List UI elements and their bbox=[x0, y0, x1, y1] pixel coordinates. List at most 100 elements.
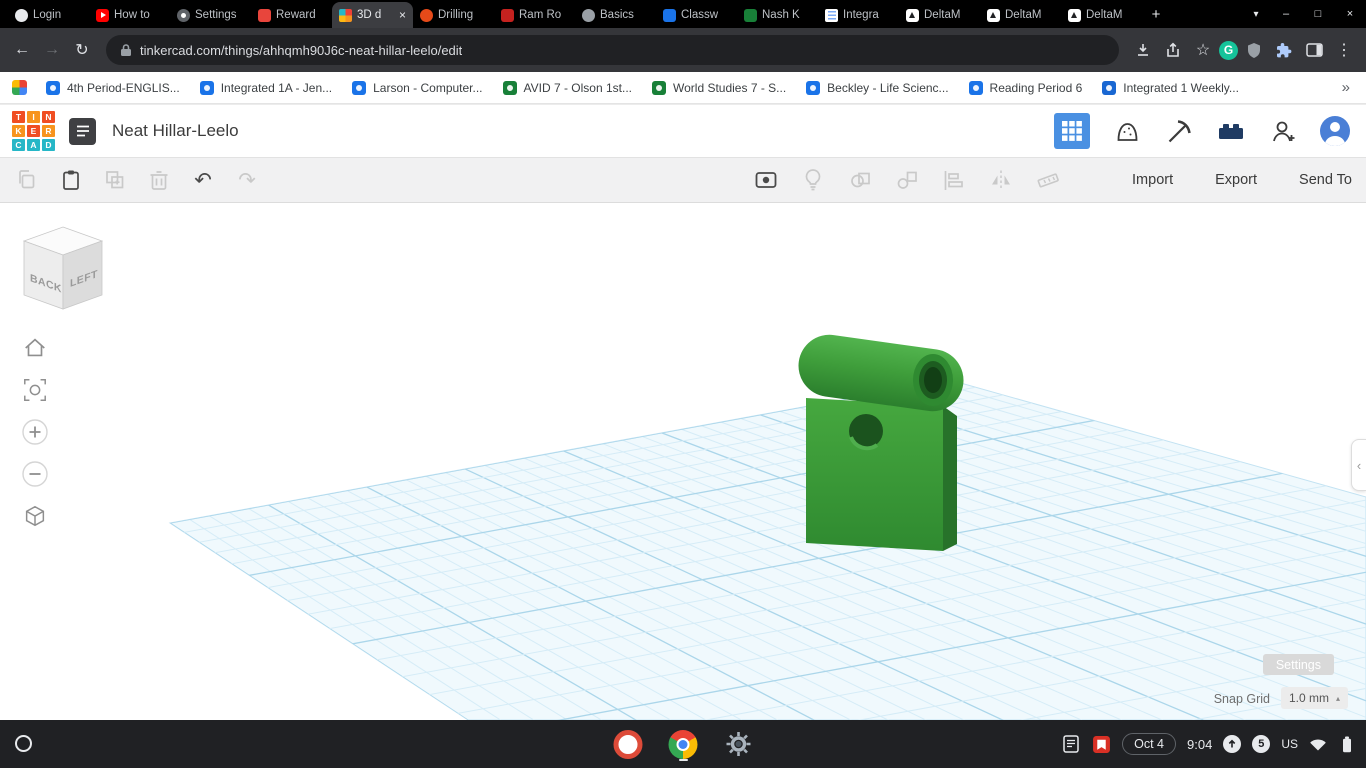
tab-drilling[interactable]: Drilling bbox=[413, 2, 494, 28]
tab-3d-design-active[interactable]: 3D d × bbox=[332, 2, 413, 28]
app-icon-chrome[interactable] bbox=[669, 728, 698, 761]
design-menu-button[interactable] bbox=[69, 118, 96, 145]
viewport-settings-button[interactable]: Settings bbox=[1263, 654, 1334, 675]
group-button[interactable] bbox=[847, 167, 873, 193]
tab-strip: Login How to Settings Reward 3D d × Dril… bbox=[0, 0, 1366, 28]
perspective-toggle-button[interactable] bbox=[20, 501, 50, 531]
back-button[interactable]: ← bbox=[8, 36, 36, 64]
zoom-out-button[interactable] bbox=[20, 459, 50, 489]
grammarly-icon[interactable]: G bbox=[1219, 41, 1238, 60]
viewport-3d[interactable]: BACK LEFT bbox=[0, 203, 1366, 720]
install-button[interactable] bbox=[1129, 36, 1157, 64]
ungroup-icon bbox=[894, 167, 920, 193]
battery-icon bbox=[1338, 735, 1356, 754]
home-view-button[interactable] bbox=[20, 333, 50, 363]
app-icon-settings[interactable] bbox=[724, 728, 753, 761]
bookmark-item[interactable]: AVID 7 - Olson 1st... bbox=[494, 76, 641, 100]
duplicate-button[interactable] bbox=[102, 167, 128, 193]
tab-ram-ro[interactable]: Ram Ro bbox=[494, 2, 575, 28]
duplicate-icon bbox=[102, 167, 128, 193]
status-tray[interactable]: Oct 4 9:04 5 US bbox=[1061, 720, 1356, 768]
reload-button[interactable]: ↻ bbox=[68, 36, 96, 64]
extensions-button[interactable] bbox=[1270, 36, 1298, 64]
view-cube[interactable]: BACK LEFT bbox=[18, 225, 114, 321]
minecraft-mode-button[interactable] bbox=[1164, 116, 1194, 146]
show-all-button[interactable] bbox=[753, 167, 779, 193]
export-button[interactable]: Export bbox=[1215, 172, 1257, 188]
bookmark-item[interactable]: Integrated 1A - Jen... bbox=[191, 76, 341, 100]
user-avatar[interactable] bbox=[1320, 116, 1350, 146]
bookmarks-overflow-chevron[interactable]: » bbox=[1338, 79, 1354, 96]
logo-tile: E bbox=[27, 125, 40, 137]
tab-settings[interactable]: Settings bbox=[170, 2, 251, 28]
io-buttons-group: Import Export Send To bbox=[1132, 158, 1352, 202]
close-tab-icon[interactable]: × bbox=[399, 8, 406, 22]
launcher-button[interactable] bbox=[15, 735, 32, 752]
deltamath-icon bbox=[1068, 9, 1081, 22]
tab-login[interactable]: Login bbox=[8, 2, 89, 28]
blocks-mode-button[interactable] bbox=[1112, 116, 1142, 146]
delete-button[interactable] bbox=[146, 167, 172, 193]
tab-deltamath-3[interactable]: DeltaM bbox=[1061, 2, 1142, 28]
forward-button[interactable]: → bbox=[38, 36, 66, 64]
tab-integrated[interactable]: Integra bbox=[818, 2, 899, 28]
group-icon bbox=[847, 167, 873, 193]
align-button[interactable] bbox=[941, 167, 967, 193]
editor-mode-button[interactable] bbox=[1054, 113, 1090, 149]
paste-button[interactable] bbox=[58, 167, 84, 193]
update-indicator-icon bbox=[1223, 735, 1241, 753]
send-to-button[interactable]: Send To bbox=[1299, 172, 1352, 188]
model-3d[interactable] bbox=[0, 203, 1366, 720]
tab-how-to[interactable]: How to bbox=[89, 2, 170, 28]
snap-grid-value: 1.0 mm bbox=[1289, 691, 1329, 705]
snap-grid-dropdown[interactable]: 1.0 mm ▴ bbox=[1281, 687, 1348, 709]
bookmark-star-button[interactable]: ☆ bbox=[1189, 36, 1217, 64]
tab-nash[interactable]: Nash K bbox=[737, 2, 818, 28]
apps-grid-icon[interactable] bbox=[12, 80, 27, 95]
paste-icon bbox=[58, 167, 84, 193]
share-button[interactable] bbox=[1159, 36, 1187, 64]
bricks-mode-button[interactable] bbox=[1216, 116, 1246, 146]
bookmark-item[interactable]: World Studies 7 - S... bbox=[643, 76, 795, 100]
tab-search-chevron-icon[interactable]: ▾ bbox=[1242, 0, 1270, 28]
panel-collapse-handle[interactable]: ‹ bbox=[1351, 439, 1366, 491]
tab-basics[interactable]: Basics bbox=[575, 2, 656, 28]
undo-button[interactable]: ↶ bbox=[190, 167, 216, 193]
redo-button[interactable]: ↷ bbox=[234, 167, 260, 193]
light-button[interactable] bbox=[800, 167, 826, 193]
zoom-in-button[interactable] bbox=[20, 417, 50, 447]
bookmark-item[interactable]: 4th Period-ENGLIS... bbox=[37, 76, 189, 100]
mirror-button[interactable] bbox=[988, 167, 1014, 193]
bookmark-item[interactable]: Integrated 1 Weekly... bbox=[1093, 76, 1248, 100]
perspective-cube-icon bbox=[22, 503, 48, 529]
window-close-button[interactable]: × bbox=[1334, 0, 1366, 28]
shield-button[interactable] bbox=[1240, 36, 1268, 64]
notification-count-badge: 5 bbox=[1252, 735, 1270, 753]
address-bar[interactable]: tinkercad.com/things/ahhqmh90J6c-neat-hi… bbox=[106, 35, 1119, 65]
tab-reward[interactable]: Reward bbox=[251, 2, 332, 28]
side-panel-button[interactable] bbox=[1300, 36, 1328, 64]
window-maximize-button[interactable]: □ bbox=[1302, 0, 1334, 28]
new-tab-button[interactable]: + bbox=[1142, 0, 1170, 28]
design-title[interactable]: Neat Hillar-Leelo bbox=[112, 121, 239, 141]
pickaxe-icon bbox=[1166, 118, 1193, 145]
browser-menu-button[interactable]: ⋮ bbox=[1330, 36, 1358, 64]
fit-view-button[interactable] bbox=[20, 375, 50, 405]
bookmark-item[interactable]: Beckley - Life Scienc... bbox=[797, 76, 957, 100]
bookmark-item[interactable]: Reading Period 6 bbox=[960, 76, 1092, 100]
ruler-button[interactable] bbox=[1035, 167, 1061, 193]
tab-deltamath-1[interactable]: DeltaM bbox=[899, 2, 980, 28]
import-button[interactable]: Import bbox=[1132, 172, 1173, 188]
model-shape[interactable] bbox=[794, 331, 967, 551]
tab-favicon bbox=[420, 9, 433, 22]
tinkercad-logo[interactable]: T I N K E R C A D bbox=[12, 111, 55, 151]
date-chip[interactable]: Oct 4 bbox=[1122, 733, 1176, 755]
bookmark-item[interactable]: Larson - Computer... bbox=[343, 76, 491, 100]
copy-button[interactable] bbox=[14, 167, 40, 193]
tab-classwork[interactable]: Classw bbox=[656, 2, 737, 28]
tab-deltamath-2[interactable]: DeltaM bbox=[980, 2, 1061, 28]
share-design-button[interactable] bbox=[1268, 116, 1298, 146]
app-icon-red[interactable] bbox=[614, 728, 643, 761]
ungroup-button[interactable] bbox=[894, 167, 920, 193]
window-minimize-button[interactable]: – bbox=[1270, 0, 1302, 28]
